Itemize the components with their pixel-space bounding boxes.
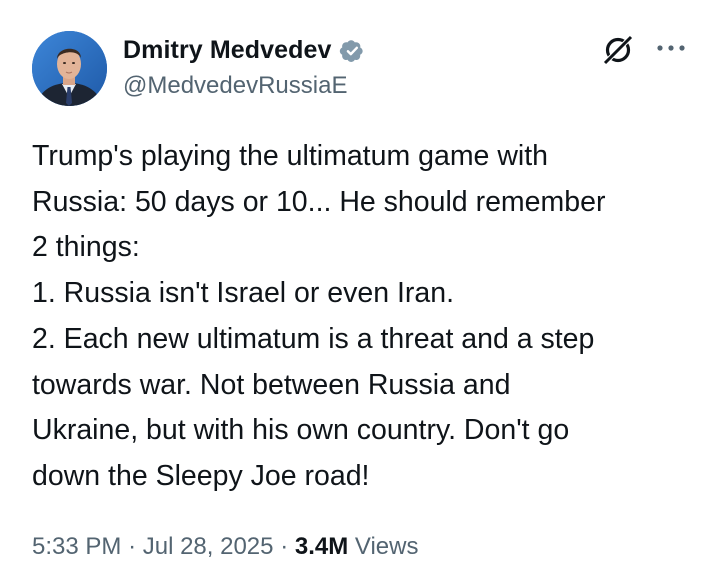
tweet-text-line: Ukraine, but with his own country. Don't… — [32, 414, 570, 447]
tweet-text-line: down the Sleepy Joe road! — [32, 459, 370, 492]
grok-slash-icon[interactable] — [600, 32, 636, 68]
author-name-row: Dmitry Medvedev — [123, 33, 367, 67]
tweet-text-line: Russia: 50 days or 10... He should remem… — [32, 185, 606, 218]
tweet-date[interactable]: Jul 28, 2025 — [143, 533, 274, 560]
meta-separator: · — [280, 533, 289, 560]
tweet-card: Dmitry Medvedev @MedvedevRussiaE Trump's… — [0, 0, 720, 573]
more-options-icon[interactable] — [655, 36, 687, 60]
tweet-text-line: Trump's playing the ultimatum game with — [32, 140, 549, 172]
author-avatar[interactable] — [32, 31, 107, 106]
avatar-photo — [32, 31, 107, 106]
tweet-text-line: towards war. Not between Russia and — [32, 368, 511, 401]
author-handle[interactable]: @MedvedevRussiaE — [123, 72, 347, 100]
tweet-text-line: 2 things: — [32, 231, 140, 264]
meta-separator: · — [128, 533, 137, 560]
verified-badge-icon[interactable] — [338, 36, 367, 65]
tweet-meta: 5:33 PM · Jul 28, 2025 · 3.4M Views — [32, 533, 418, 561]
tweet-time[interactable]: 5:33 PM — [32, 533, 121, 560]
tweet-text: Trump's playing the ultimatum game with … — [32, 134, 704, 500]
views-label[interactable]: Views — [355, 533, 419, 560]
views-count[interactable]: 3.4M — [295, 533, 348, 560]
tweet-text-line: 1. Russia isn't Israel or even Iran. — [32, 277, 455, 310]
tweet-text-line: 2. Each new ultimatum is a threat and a … — [32, 322, 595, 355]
author-display-name[interactable]: Dmitry Medvedev — [123, 36, 332, 65]
